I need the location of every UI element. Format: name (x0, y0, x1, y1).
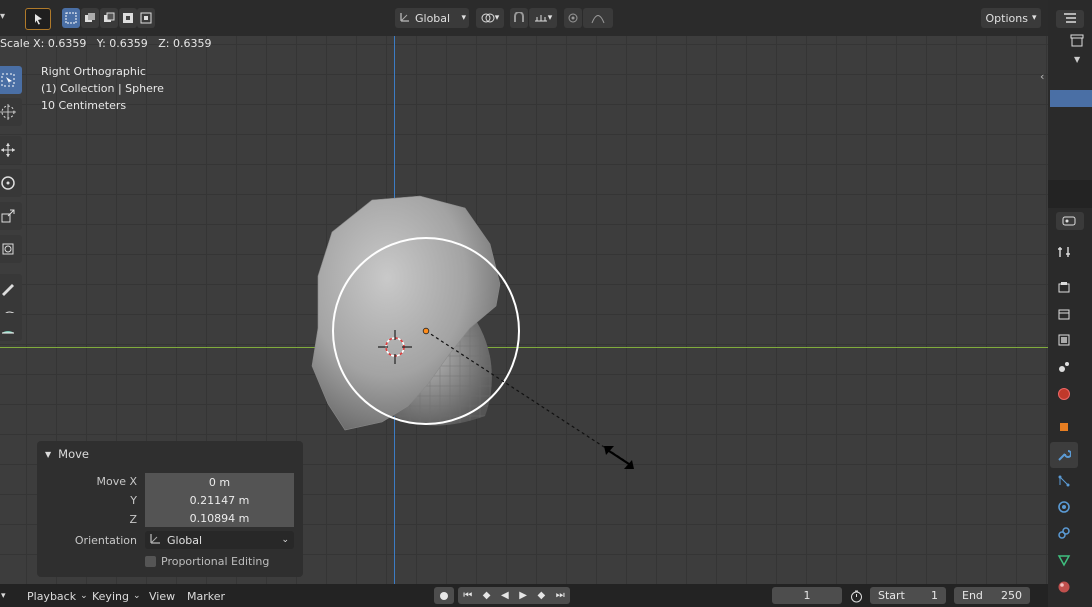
orientation-label: Orientation (74, 534, 137, 547)
scene-properties-icon[interactable] (1052, 355, 1076, 379)
output-properties-icon[interactable] (1052, 302, 1076, 326)
constraint-properties-icon[interactable] (1052, 521, 1076, 545)
view-name-label: Right Orthographic (41, 65, 146, 78)
select-invert-icon[interactable] (119, 8, 137, 28)
record-icon (440, 591, 448, 600)
editor-type-chevron-icon[interactable]: ▾ (0, 11, 5, 22)
render-properties-icon[interactable] (1052, 275, 1076, 299)
transform-status-text: Scale X: 0.6359 Y: 0.6359 Z: 0.6359 (0, 37, 212, 50)
select-subtract-icon[interactable] (100, 8, 118, 28)
object-origin (422, 327, 430, 335)
chevron-down-icon: ▾ (461, 13, 466, 23)
snap-toggle-icon[interactable] (510, 8, 528, 28)
sidebar-toggle-icon[interactable]: ‹ (1040, 70, 1044, 83)
stopwatch-icon[interactable] (850, 588, 863, 604)
scale-cursor-icon (604, 446, 634, 469)
transform-orientation-dropdown[interactable]: Global ▾ (395, 8, 469, 28)
playback-menu[interactable]: Playback ⌄ (27, 588, 88, 604)
orientation-axes-icon (150, 533, 161, 547)
modifier-properties-icon[interactable] (1050, 442, 1078, 468)
particle-properties-icon[interactable] (1052, 469, 1076, 493)
timeline-header: ▾ Playback ⌄ Keying ⌄ View Marker ⏮ ◆ ◀ … (0, 584, 1048, 607)
move-z-label: Z (129, 513, 137, 526)
chevron-down-icon: ▾ (1031, 13, 1037, 23)
play-icon[interactable]: ▶ (519, 590, 527, 601)
move-y-field[interactable]: 0.21147 m (145, 491, 294, 509)
physics-properties-icon[interactable] (1052, 495, 1076, 519)
playback-controls: ⏮ ◆ ◀ ▶ ◆ ⏭ (458, 587, 570, 604)
chevron-down-icon: ⌄ (132, 591, 141, 601)
proportional-falloff-icon[interactable] (583, 8, 613, 28)
jump-end-icon[interactable]: ⏭ (556, 590, 565, 601)
scale-tool-button[interactable] (0, 202, 22, 230)
end-frame-field[interactable]: End 250 (954, 587, 1030, 604)
play-reverse-icon[interactable]: ◀ (501, 590, 509, 601)
object-properties-icon[interactable] (1052, 415, 1076, 439)
world-properties-icon[interactable] (1052, 382, 1076, 406)
options-dropdown[interactable]: Options ▾ (981, 8, 1041, 28)
outliner-editor-type-button[interactable] (1056, 10, 1084, 28)
move-z-field[interactable]: 0.10894 m (145, 509, 294, 527)
select-new-icon[interactable] (62, 8, 80, 28)
record-button[interactable] (434, 587, 454, 604)
annotate-tool-button[interactable] (0, 274, 22, 302)
start-frame-field[interactable]: Start 1 (870, 587, 946, 604)
cursor-tool-button[interactable] (0, 98, 22, 126)
rotate-tool-button[interactable] (0, 169, 22, 197)
orientation-axes-icon (399, 11, 411, 26)
viewport-header: ▾ Global ▾ ▾ ▾ Options ▾ (0, 0, 1048, 36)
select-box-tool-button[interactable] (0, 66, 22, 94)
outliner-selected-row[interactable] (1050, 90, 1092, 107)
chevron-down-icon: ⌄ (80, 591, 88, 601)
view-layer-properties-icon[interactable] (1052, 328, 1076, 352)
add-cube-tool-button[interactable] (0, 313, 22, 341)
chevron-down-icon: ▾ (494, 13, 500, 23)
pivot-point-dropdown[interactable]: ▾ (476, 8, 504, 28)
next-keyframe-icon[interactable]: ◆ (538, 590, 546, 601)
chevron-down-icon: ⌄ (281, 535, 289, 545)
jump-start-icon[interactable]: ⏮ (463, 590, 472, 601)
select-extend-icon[interactable] (81, 8, 99, 28)
move-y-label: Y (130, 494, 137, 507)
move-x-label: Move X (96, 475, 137, 488)
editor-type-chevron-icon[interactable]: ▾ (1, 588, 6, 604)
orientation-dropdown[interactable]: Global ⌄ (145, 531, 294, 549)
data-properties-icon[interactable] (1052, 548, 1076, 572)
panel-header[interactable]: ▼ Move (45, 447, 89, 461)
proportional-editing-icon[interactable] (564, 8, 582, 28)
chevron-down-icon: ▾ (547, 13, 553, 23)
properties-editor-type-button[interactable] (1056, 212, 1084, 230)
collection-label: (1) Collection | Sphere (41, 82, 164, 95)
transform-tool-button[interactable] (0, 235, 22, 263)
chevron-down-icon[interactable]: ▼ (1074, 55, 1080, 64)
move-x-field[interactable]: 0 m (145, 473, 294, 491)
marker-menu[interactable]: Marker (187, 588, 225, 604)
snap-target-dropdown[interactable]: ▾ (529, 8, 557, 28)
checkbox-box (145, 556, 156, 567)
tool-properties-icon[interactable] (1052, 240, 1076, 264)
proportional-editing-checkbox[interactable]: Proportional Editing (145, 555, 269, 568)
archive-icon[interactable] (1070, 34, 1084, 50)
keying-menu[interactable]: Keying ⌄ (92, 588, 141, 604)
view-menu[interactable]: View (149, 588, 175, 604)
move-operator-panel: ▼ Move Move X 0 m Y 0.21147 m Z 0.10894 … (37, 441, 303, 577)
grid-scale-label: 10 Centimeters (41, 99, 127, 112)
material-properties-icon[interactable] (1052, 575, 1076, 599)
move-tool-button[interactable] (0, 136, 22, 164)
prev-keyframe-icon[interactable]: ◆ (483, 590, 491, 601)
select-tool-icon[interactable] (25, 8, 51, 30)
collapse-triangle-icon: ▼ (45, 449, 52, 459)
editor-divider (1048, 180, 1092, 208)
current-frame-field[interactable]: 1 (772, 587, 842, 604)
select-intersect-icon[interactable] (137, 8, 155, 28)
